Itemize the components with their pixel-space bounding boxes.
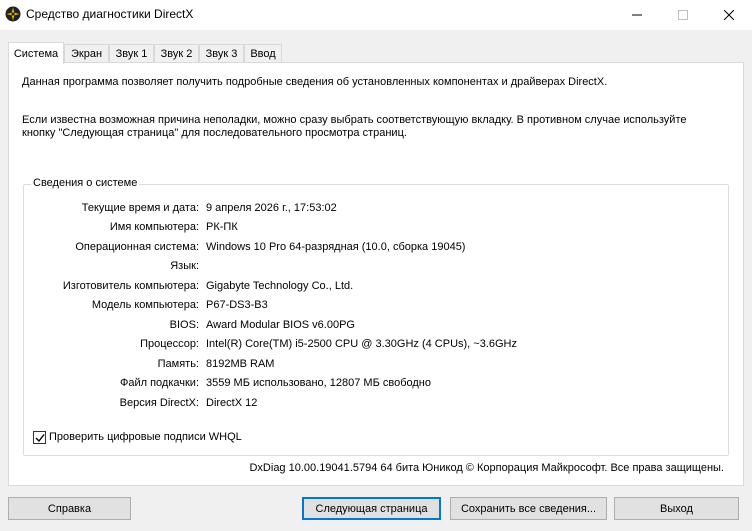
info-value: Intel(R) Core(TM) i5-2500 CPU @ 3.30GHz … xyxy=(206,338,517,350)
info-label: Язык: xyxy=(170,260,199,272)
info-row-datetime: Текущие время и дата: 9 апреля 2026 г., … xyxy=(9,202,337,216)
hint-text: Если известна возможная причина неполадк… xyxy=(22,114,687,139)
info-row-memory: Память: 8192MB RAM xyxy=(9,358,275,372)
info-label: Изготовитель компьютера: xyxy=(62,280,199,292)
info-label: Файл подкачки: xyxy=(119,377,199,389)
minimize-button[interactable] xyxy=(614,0,660,30)
info-value: Windows 10 Pro 64-разрядная (10.0, сборк… xyxy=(206,241,466,253)
info-label: Имя компьютера: xyxy=(109,221,199,233)
info-row-language: Язык: xyxy=(9,260,199,274)
info-value: 3559 МБ использовано, 12807 МБ свободно xyxy=(206,377,431,389)
info-label: Операционная система: xyxy=(75,241,199,253)
info-value: Gigabyte Technology Co., Ltd. xyxy=(206,280,354,292)
info-row-manufacturer: Изготовитель компьютера: Gigabyte Techno… xyxy=(9,280,353,294)
window-title: Средство диагностики DirectX xyxy=(26,7,194,21)
info-value: РК-ПК xyxy=(206,221,238,233)
close-icon xyxy=(724,10,734,20)
info-row-model: Модель компьютера: P67-DS3-B3 xyxy=(9,299,268,313)
info-value: Award Modular BIOS v6.00PG xyxy=(206,319,355,331)
maximize-button[interactable] xyxy=(660,0,706,30)
info-value: 9 апреля 2026 г., 17:53:02 xyxy=(206,202,337,214)
maximize-icon xyxy=(678,10,688,20)
info-row-pagefile: Файл подкачки: 3559 МБ использовано, 128… xyxy=(9,377,431,391)
help-button[interactable]: Справка xyxy=(8,497,131,520)
info-label: Память: xyxy=(157,358,199,370)
whql-checkbox-label[interactable]: Проверить цифровые подписи WHQL xyxy=(49,431,242,443)
info-label: Текущие время и дата: xyxy=(81,202,199,214)
info-label: BIOS: xyxy=(169,319,199,331)
group-title: Сведения о системе xyxy=(31,177,140,189)
save-all-button[interactable]: Сохранить все сведения... xyxy=(450,497,607,520)
tab-system[interactable]: Система xyxy=(8,42,64,64)
system-tab-panel: Данная программа позволяет получить подр… xyxy=(8,62,744,486)
copyright-text: DxDiag 10.00.19041.5794 64 бита Юникод ©… xyxy=(249,462,724,474)
close-button[interactable] xyxy=(706,0,752,30)
info-row-processor: Процессор: Intel(R) Core(TM) i5-2500 CPU… xyxy=(9,338,517,352)
info-row-computer-name: Имя компьютера: РК-ПК xyxy=(9,221,238,235)
info-label: Версия DirectX: xyxy=(119,397,199,409)
info-value: DirectX 12 xyxy=(206,397,258,409)
info-row-os: Операционная система: Windows 10 Pro 64-… xyxy=(9,241,465,255)
tab-sound-2[interactable]: Звук 2 xyxy=(154,44,199,63)
exit-button[interactable]: Выход xyxy=(614,497,739,520)
info-value: P67-DS3-B3 xyxy=(206,299,268,311)
whql-checkbox[interactable] xyxy=(33,431,46,444)
info-row-bios: BIOS: Award Modular BIOS v6.00PG xyxy=(9,319,355,333)
info-row-directx: Версия DirectX: DirectX 12 xyxy=(9,397,258,411)
directx-icon xyxy=(5,6,21,22)
tab-display[interactable]: Экран xyxy=(64,44,109,63)
checkmark-icon xyxy=(35,433,45,442)
info-label: Процессор: xyxy=(140,338,199,350)
minimize-icon xyxy=(632,14,642,16)
info-label: Модель компьютера: xyxy=(91,299,199,311)
tab-sound-3[interactable]: Звук 3 xyxy=(199,44,244,63)
next-page-button[interactable]: Следующая страница xyxy=(302,497,441,520)
intro-text: Данная программа позволяет получить подр… xyxy=(22,76,608,88)
tab-sound-1[interactable]: Звук 1 xyxy=(109,44,154,63)
tab-input[interactable]: Ввод xyxy=(244,44,282,63)
info-value: 8192MB RAM xyxy=(206,358,275,370)
title-bar: Средство диагностики DirectX xyxy=(0,0,752,30)
